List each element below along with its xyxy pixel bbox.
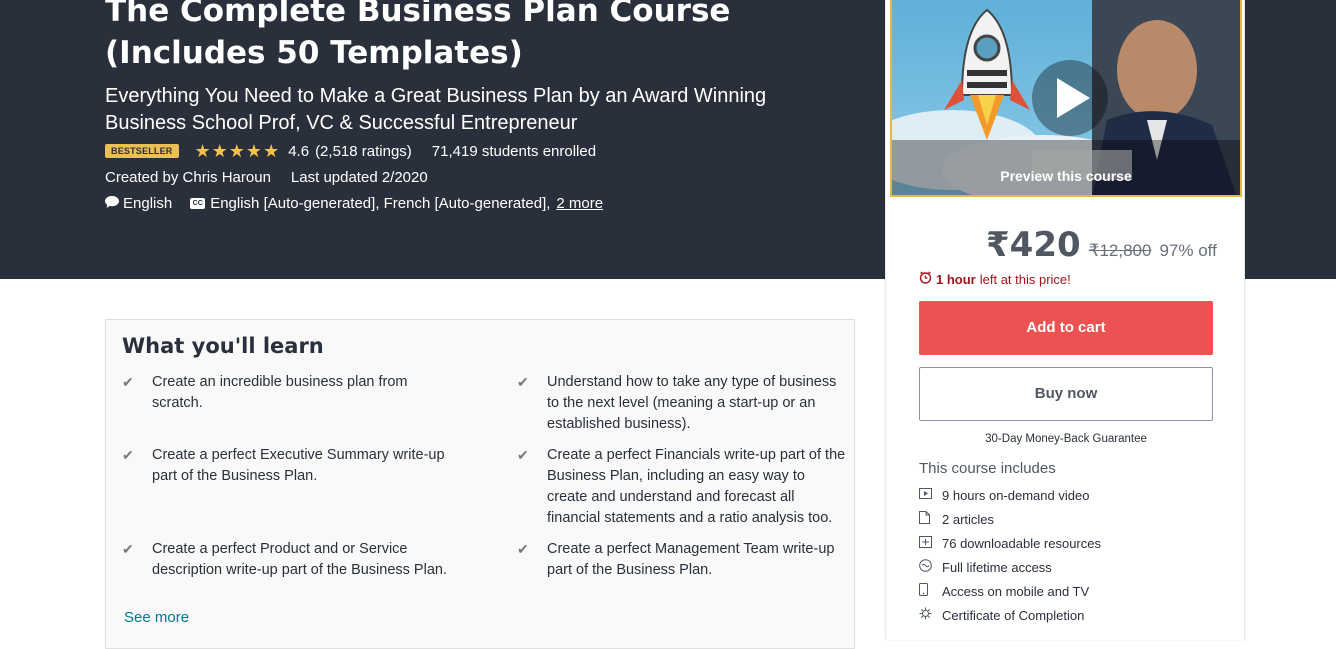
learn-item-text: Create a perfect Product and or Service …: [152, 541, 447, 578]
course-title-line2: (Includes 50 Templates): [105, 35, 523, 71]
alarm-clock-icon: [919, 271, 932, 287]
list-item: Access on mobile and TV: [919, 579, 1101, 603]
list-item: ✔ Create a perfect Financials write-up p…: [517, 445, 847, 529]
include-text: Access on mobile and TV: [942, 583, 1090, 599]
list-item: Full lifetime access: [919, 555, 1101, 579]
check-icon: ✔: [517, 541, 529, 557]
closed-captions-icon: CC: [190, 198, 206, 209]
buy-now-button[interactable]: Buy now: [919, 367, 1213, 421]
what-youll-learn: What you'll learn ✔ Create an incredible…: [105, 319, 855, 649]
ratings-count[interactable]: (2,518 ratings): [315, 143, 412, 160]
learn-item-text: Create a perfect Management Team write-u…: [547, 541, 835, 578]
bestseller-badge: BESTSELLER: [105, 144, 179, 158]
include-text: 2 articles: [942, 511, 995, 527]
check-icon: ✔: [517, 447, 529, 463]
include-text: 9 hours on-demand video: [942, 487, 1090, 503]
include-text: 76 downloadable resources: [942, 535, 1101, 551]
original-price: ₹12,800: [1088, 241, 1152, 260]
rating-value: 4.6: [288, 142, 310, 160]
purchase-sidebar: Preview this course ₹420 ₹12,800 97% off…: [885, 0, 1245, 640]
captions-more-link[interactable]: 2 more: [556, 195, 603, 212]
list-item: 76 downloadable resources: [919, 531, 1101, 555]
list-item: ✔ Create a perfect Management Team write…: [517, 539, 847, 581]
infinity-icon: [919, 559, 942, 575]
timer-text: left at this price!: [979, 271, 1071, 287]
check-icon: ✔: [122, 447, 134, 463]
certificate-icon: [919, 607, 942, 623]
captions-languages: English [Auto-generated], French [Auto-g…: [210, 195, 551, 212]
list-item: Certificate of Completion: [919, 603, 1101, 627]
check-icon: ✔: [122, 541, 134, 557]
course-subtitle: Everything You Need to Make a Great Busi…: [105, 85, 767, 134]
learn-item-text: Create a perfect Executive Summary write…: [152, 447, 445, 484]
learn-item-text: Understand how to take any type of busin…: [547, 374, 837, 432]
timer-hours: 1 hour: [936, 271, 976, 287]
course-preview[interactable]: Preview this course: [890, 0, 1242, 197]
learn-title: What you'll learn: [122, 334, 324, 358]
video-icon: [919, 488, 942, 502]
download-icon: [919, 535, 942, 551]
list-item: ✔ Create a perfect Product and or Servic…: [122, 539, 452, 581]
course-title-line1: The Complete Business Plan Course: [105, 0, 731, 29]
rating-row: BESTSELLER ★★★★★ 4.6 (2,518 ratings) 71,…: [105, 141, 596, 161]
meta-row: Created by Chris Haroun Last updated 2/2…: [105, 169, 428, 186]
discount-percent: 97% off: [1159, 241, 1217, 260]
money-back-guarantee: 30-Day Money-Back Guarantee: [985, 433, 1147, 445]
include-text: Certificate of Completion: [942, 607, 1085, 623]
includes-list: 9 hours on-demand video 2 articles 76 do…: [919, 483, 1101, 627]
speech-bubble-icon: [105, 195, 119, 212]
price-timer: 1 hour left at this price!: [919, 271, 1071, 287]
preview-label: Preview this course: [1000, 168, 1132, 184]
learn-item-text: Create an incredible business plan from …: [152, 374, 408, 411]
mobile-icon: [919, 583, 942, 599]
learn-item-text: Create a perfect Financials write-up par…: [547, 447, 846, 526]
check-icon: ✔: [122, 374, 134, 390]
current-price: ₹420: [986, 225, 1081, 265]
file-icon: [919, 511, 942, 527]
list-item: ✔ Create an incredible business plan fro…: [122, 372, 452, 414]
language-row: English CC English [Auto-generated], Fre…: [105, 195, 603, 212]
star-rating-icon: ★★★★★: [194, 140, 281, 161]
last-updated: Last updated 2/2020: [290, 169, 428, 186]
students-enrolled: 71,419 students enrolled: [431, 142, 597, 160]
course-language: English: [123, 195, 173, 212]
created-by[interactable]: Created by Chris Haroun: [105, 169, 271, 186]
price-row: ₹420 ₹12,800 97% off: [986, 225, 1217, 265]
course-title: The Complete Business Plan Course (Inclu…: [105, 0, 865, 74]
list-item: ✔ Create a perfect Executive Summary wri…: [122, 445, 452, 487]
list-item: 9 hours on-demand video: [919, 483, 1101, 507]
list-item: ✔ Understand how to take any type of bus…: [517, 372, 847, 435]
add-to-cart-button[interactable]: Add to cart: [919, 301, 1213, 355]
fade-overlay: [106, 580, 854, 648]
include-text: Full lifetime access: [942, 559, 1052, 575]
check-icon: ✔: [517, 374, 529, 390]
includes-title: This course includes: [919, 460, 1056, 477]
list-item: 2 articles: [919, 507, 1101, 531]
see-more-link[interactable]: See more: [124, 609, 189, 626]
